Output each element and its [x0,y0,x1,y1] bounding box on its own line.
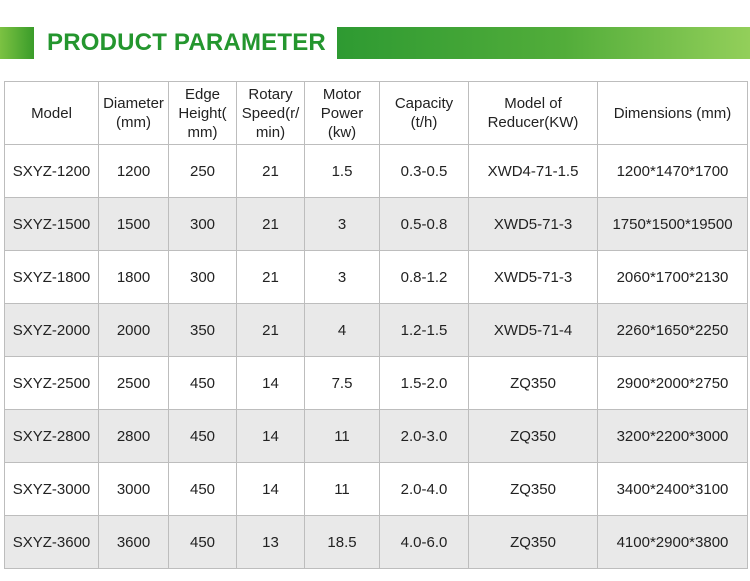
cell-motor-power: 18.5 [304,515,380,569]
cell-reducer-model: ZQ350 [468,515,598,569]
cell-motor-power: 4 [304,303,380,357]
banner-title: PRODUCT PARAMETER [47,29,326,56]
cell-rotary-speed: 21 [236,197,305,251]
cell-reducer-model: XWD5-71-3 [468,197,598,251]
cell-diameter: 2500 [98,356,169,410]
table-row: SXYZ-1800 1800 300 21 3 0.8-1.2 XWD5-71-3 2060*… [4,250,748,304]
cell-reducer-model: XWD5-71-4 [468,303,598,357]
cell-edge-height: 450 [168,409,237,463]
cell-reducer-model: ZQ350 [468,356,598,410]
cell-edge-height: 450 [168,356,237,410]
cell-model: SXYZ-1800 [4,250,99,304]
cell-dimensions: 4100*2900*3800 [597,515,748,569]
cell-motor-power: 11 [304,409,380,463]
cell-rotary-speed: 21 [236,144,305,198]
cell-rotary-speed: 14 [236,409,305,463]
cell-dimensions: 3400*2400*3100 [597,462,748,516]
header-row: Model Diameter (mm) Edge Height( mm) Rot… [4,81,748,145]
cell-motor-power: 7.5 [304,356,380,410]
table-row: SXYZ-1500 1500 300 21 3 0.5-0.8 XWD5-71-3 1750*… [4,197,748,251]
cell-dimensions: 2900*2000*2750 [597,356,748,410]
cell-edge-height: 300 [168,197,237,251]
cell-diameter: 3600 [98,515,169,569]
cell-dimensions: 1750*1500*19500 [597,197,748,251]
cell-rotary-speed: 21 [236,250,305,304]
banner-bar-left [0,27,34,59]
table-row: SXYZ-2500 2500 450 14 7.5 1.5-2.0 ZQ350 2900*20… [4,356,748,410]
cell-model: SXYZ-1200 [4,144,99,198]
header-edge-height: Edge Height( mm) [168,81,237,145]
section-banner: PRODUCT PARAMETER [0,27,750,59]
cell-capacity: 1.5-2.0 [379,356,469,410]
cell-capacity: 4.0-6.0 [379,515,469,569]
cell-diameter: 1200 [98,144,169,198]
cell-rotary-speed: 14 [236,462,305,516]
banner-bar-right [337,27,750,59]
cell-rotary-speed: 21 [236,303,305,357]
cell-capacity: 2.0-4.0 [379,462,469,516]
product-parameter-table: Model Diameter (mm) Edge Height( mm) Rot… [4,81,748,569]
cell-model: SXYZ-3600 [4,515,99,569]
cell-diameter: 3000 [98,462,169,516]
header-capacity: Capacity (t/h) [379,81,469,145]
cell-edge-height: 300 [168,250,237,304]
cell-reducer-model: XWD4-71-1.5 [468,144,598,198]
cell-diameter: 1800 [98,250,169,304]
cell-rotary-speed: 14 [236,356,305,410]
table-row: SXYZ-2800 2800 450 14 11 2.0-3.0 ZQ350 3200*220… [4,409,748,463]
cell-motor-power: 3 [304,250,380,304]
cell-motor-power: 1.5 [304,144,380,198]
cell-diameter: 1500 [98,197,169,251]
cell-model: SXYZ-2500 [4,356,99,410]
header-diameter: Diameter (mm) [98,81,169,145]
cell-model: SXYZ-1500 [4,197,99,251]
header-model: Model [4,81,99,145]
cell-model: SXYZ-2000 [4,303,99,357]
cell-dimensions: 3200*2200*3000 [597,409,748,463]
cell-diameter: 2000 [98,303,169,357]
cell-capacity: 0.8-1.2 [379,250,469,304]
cell-model: SXYZ-2800 [4,409,99,463]
cell-model: SXYZ-3000 [4,462,99,516]
cell-capacity: 1.2-1.5 [379,303,469,357]
cell-capacity: 0.5-0.8 [379,197,469,251]
cell-dimensions: 2260*1650*2250 [597,303,748,357]
cell-reducer-model: ZQ350 [468,409,598,463]
cell-reducer-model: XWD5-71-3 [468,250,598,304]
cell-capacity: 2.0-3.0 [379,409,469,463]
cell-capacity: 0.3-0.5 [379,144,469,198]
header-motor-power: Motor Power (kw) [304,81,380,145]
cell-motor-power: 11 [304,462,380,516]
cell-edge-height: 450 [168,462,237,516]
header-reducer-model: Model of Reducer(KW) [468,81,598,145]
table-row: SXYZ-3600 3600 450 13 18.5 4.0-6.0 ZQ350 4100*2… [4,515,748,569]
header-rotary-speed: Rotary Speed(r/ min) [236,81,305,145]
cell-reducer-model: ZQ350 [468,462,598,516]
header-dimensions: Dimensions (mm) [597,81,748,145]
cell-rotary-speed: 13 [236,515,305,569]
cell-dimensions: 2060*1700*2130 [597,250,748,304]
table-row: SXYZ-2000 2000 350 21 4 1.2-1.5 XWD5-71-4 2260*… [4,303,748,357]
table-body: SXYZ-1200 1200 250 21 1.5 0.3-0.5 XWD4-71-1.5 1… [4,144,748,569]
table-header: Model Diameter (mm) Edge Height( mm) Rot… [4,81,748,145]
cell-edge-height: 350 [168,303,237,357]
cell-dimensions: 1200*1470*1700 [597,144,748,198]
table-row: SXYZ-3000 3000 450 14 11 2.0-4.0 ZQ350 3400*240… [4,462,748,516]
cell-motor-power: 3 [304,197,380,251]
table-row: SXYZ-1200 1200 250 21 1.5 0.3-0.5 XWD4-71-1.5 1… [4,144,748,198]
cell-edge-height: 450 [168,515,237,569]
cell-diameter: 2800 [98,409,169,463]
cell-edge-height: 250 [168,144,237,198]
